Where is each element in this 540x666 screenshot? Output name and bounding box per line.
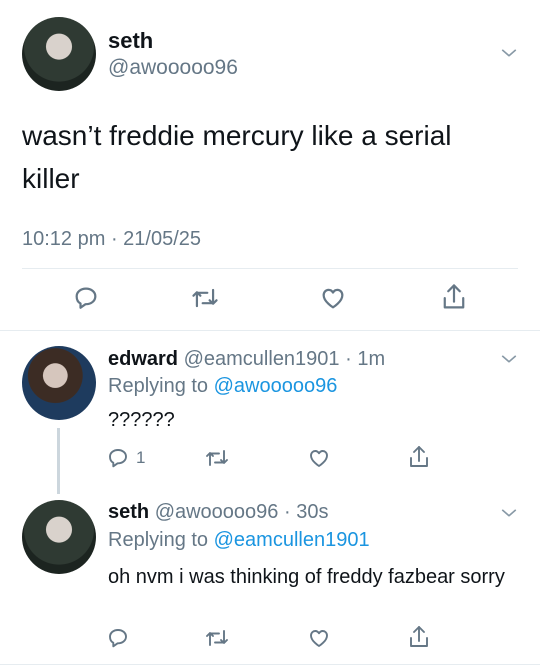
replying-to-label: Replying to bbox=[108, 529, 209, 551]
replying-to: Replying to @awooooo96 bbox=[108, 375, 337, 398]
tweet-timestamp[interactable]: 10:12 pm · 21/05/25 bbox=[22, 228, 201, 251]
display-name[interactable]: seth bbox=[108, 501, 149, 523]
reply-button[interactable] bbox=[72, 284, 100, 312]
like-button[interactable] bbox=[318, 284, 348, 312]
display-name[interactable]: seth bbox=[108, 28, 153, 54]
thread-line bbox=[57, 428, 60, 494]
reply-icon bbox=[109, 629, 127, 648]
tweet-text: wasn’t freddie mercury like a serial kil… bbox=[22, 120, 452, 194]
chevron-down-icon[interactable] bbox=[500, 504, 518, 522]
retweet-icon bbox=[206, 630, 228, 646]
reply-text: oh nvm i was thinking of freddy fazbear … bbox=[108, 566, 505, 588]
display-name[interactable]: edward bbox=[108, 348, 178, 370]
reply-header: seth @awooooo96 · 30s bbox=[108, 501, 328, 524]
share-icon bbox=[410, 626, 428, 647]
replying-to-link[interactable]: @eamcullen1901 bbox=[214, 529, 370, 551]
avatar[interactable] bbox=[22, 17, 96, 91]
reply-icon bbox=[75, 287, 97, 309]
retweet-button[interactable] bbox=[203, 626, 231, 650]
share-button[interactable] bbox=[407, 624, 431, 650]
heart-icon bbox=[322, 288, 344, 309]
replying-to-label: Replying to bbox=[108, 375, 209, 397]
divider bbox=[0, 664, 540, 665]
share-icon bbox=[410, 446, 428, 467]
handle[interactable]: @awooooo96 bbox=[108, 56, 238, 80]
reply-text: ?????? bbox=[108, 409, 175, 431]
reply-button[interactable]: 1 bbox=[106, 446, 145, 470]
heart-icon bbox=[310, 630, 328, 647]
handle-time[interactable]: @eamcullen1901 · 1m bbox=[184, 348, 386, 370]
replying-to: Replying to @eamcullen1901 bbox=[108, 529, 370, 552]
divider bbox=[22, 268, 518, 269]
retweet-icon bbox=[206, 450, 228, 466]
avatar[interactable] bbox=[22, 500, 96, 574]
reply-icon bbox=[109, 449, 127, 468]
reply-header: edward @eamcullen1901 · 1m bbox=[108, 348, 385, 371]
like-button[interactable] bbox=[306, 446, 332, 470]
share-button[interactable] bbox=[407, 444, 431, 470]
retweet-button[interactable] bbox=[203, 446, 231, 470]
handle-time[interactable]: @awooooo96 · 30s bbox=[155, 501, 329, 523]
share-button[interactable] bbox=[440, 282, 468, 312]
heart-icon bbox=[310, 450, 328, 467]
retweet-icon bbox=[192, 288, 218, 308]
like-button[interactable] bbox=[306, 626, 332, 650]
retweet-button[interactable] bbox=[190, 284, 220, 312]
replying-to-link[interactable]: @awooooo96 bbox=[214, 375, 338, 397]
chevron-down-icon[interactable] bbox=[500, 350, 518, 368]
share-icon bbox=[443, 284, 465, 309]
chevron-down-icon[interactable] bbox=[500, 44, 518, 62]
divider bbox=[0, 330, 540, 331]
reply-button[interactable] bbox=[106, 626, 136, 650]
reply-count: 1 bbox=[136, 448, 146, 467]
avatar[interactable] bbox=[22, 346, 96, 420]
